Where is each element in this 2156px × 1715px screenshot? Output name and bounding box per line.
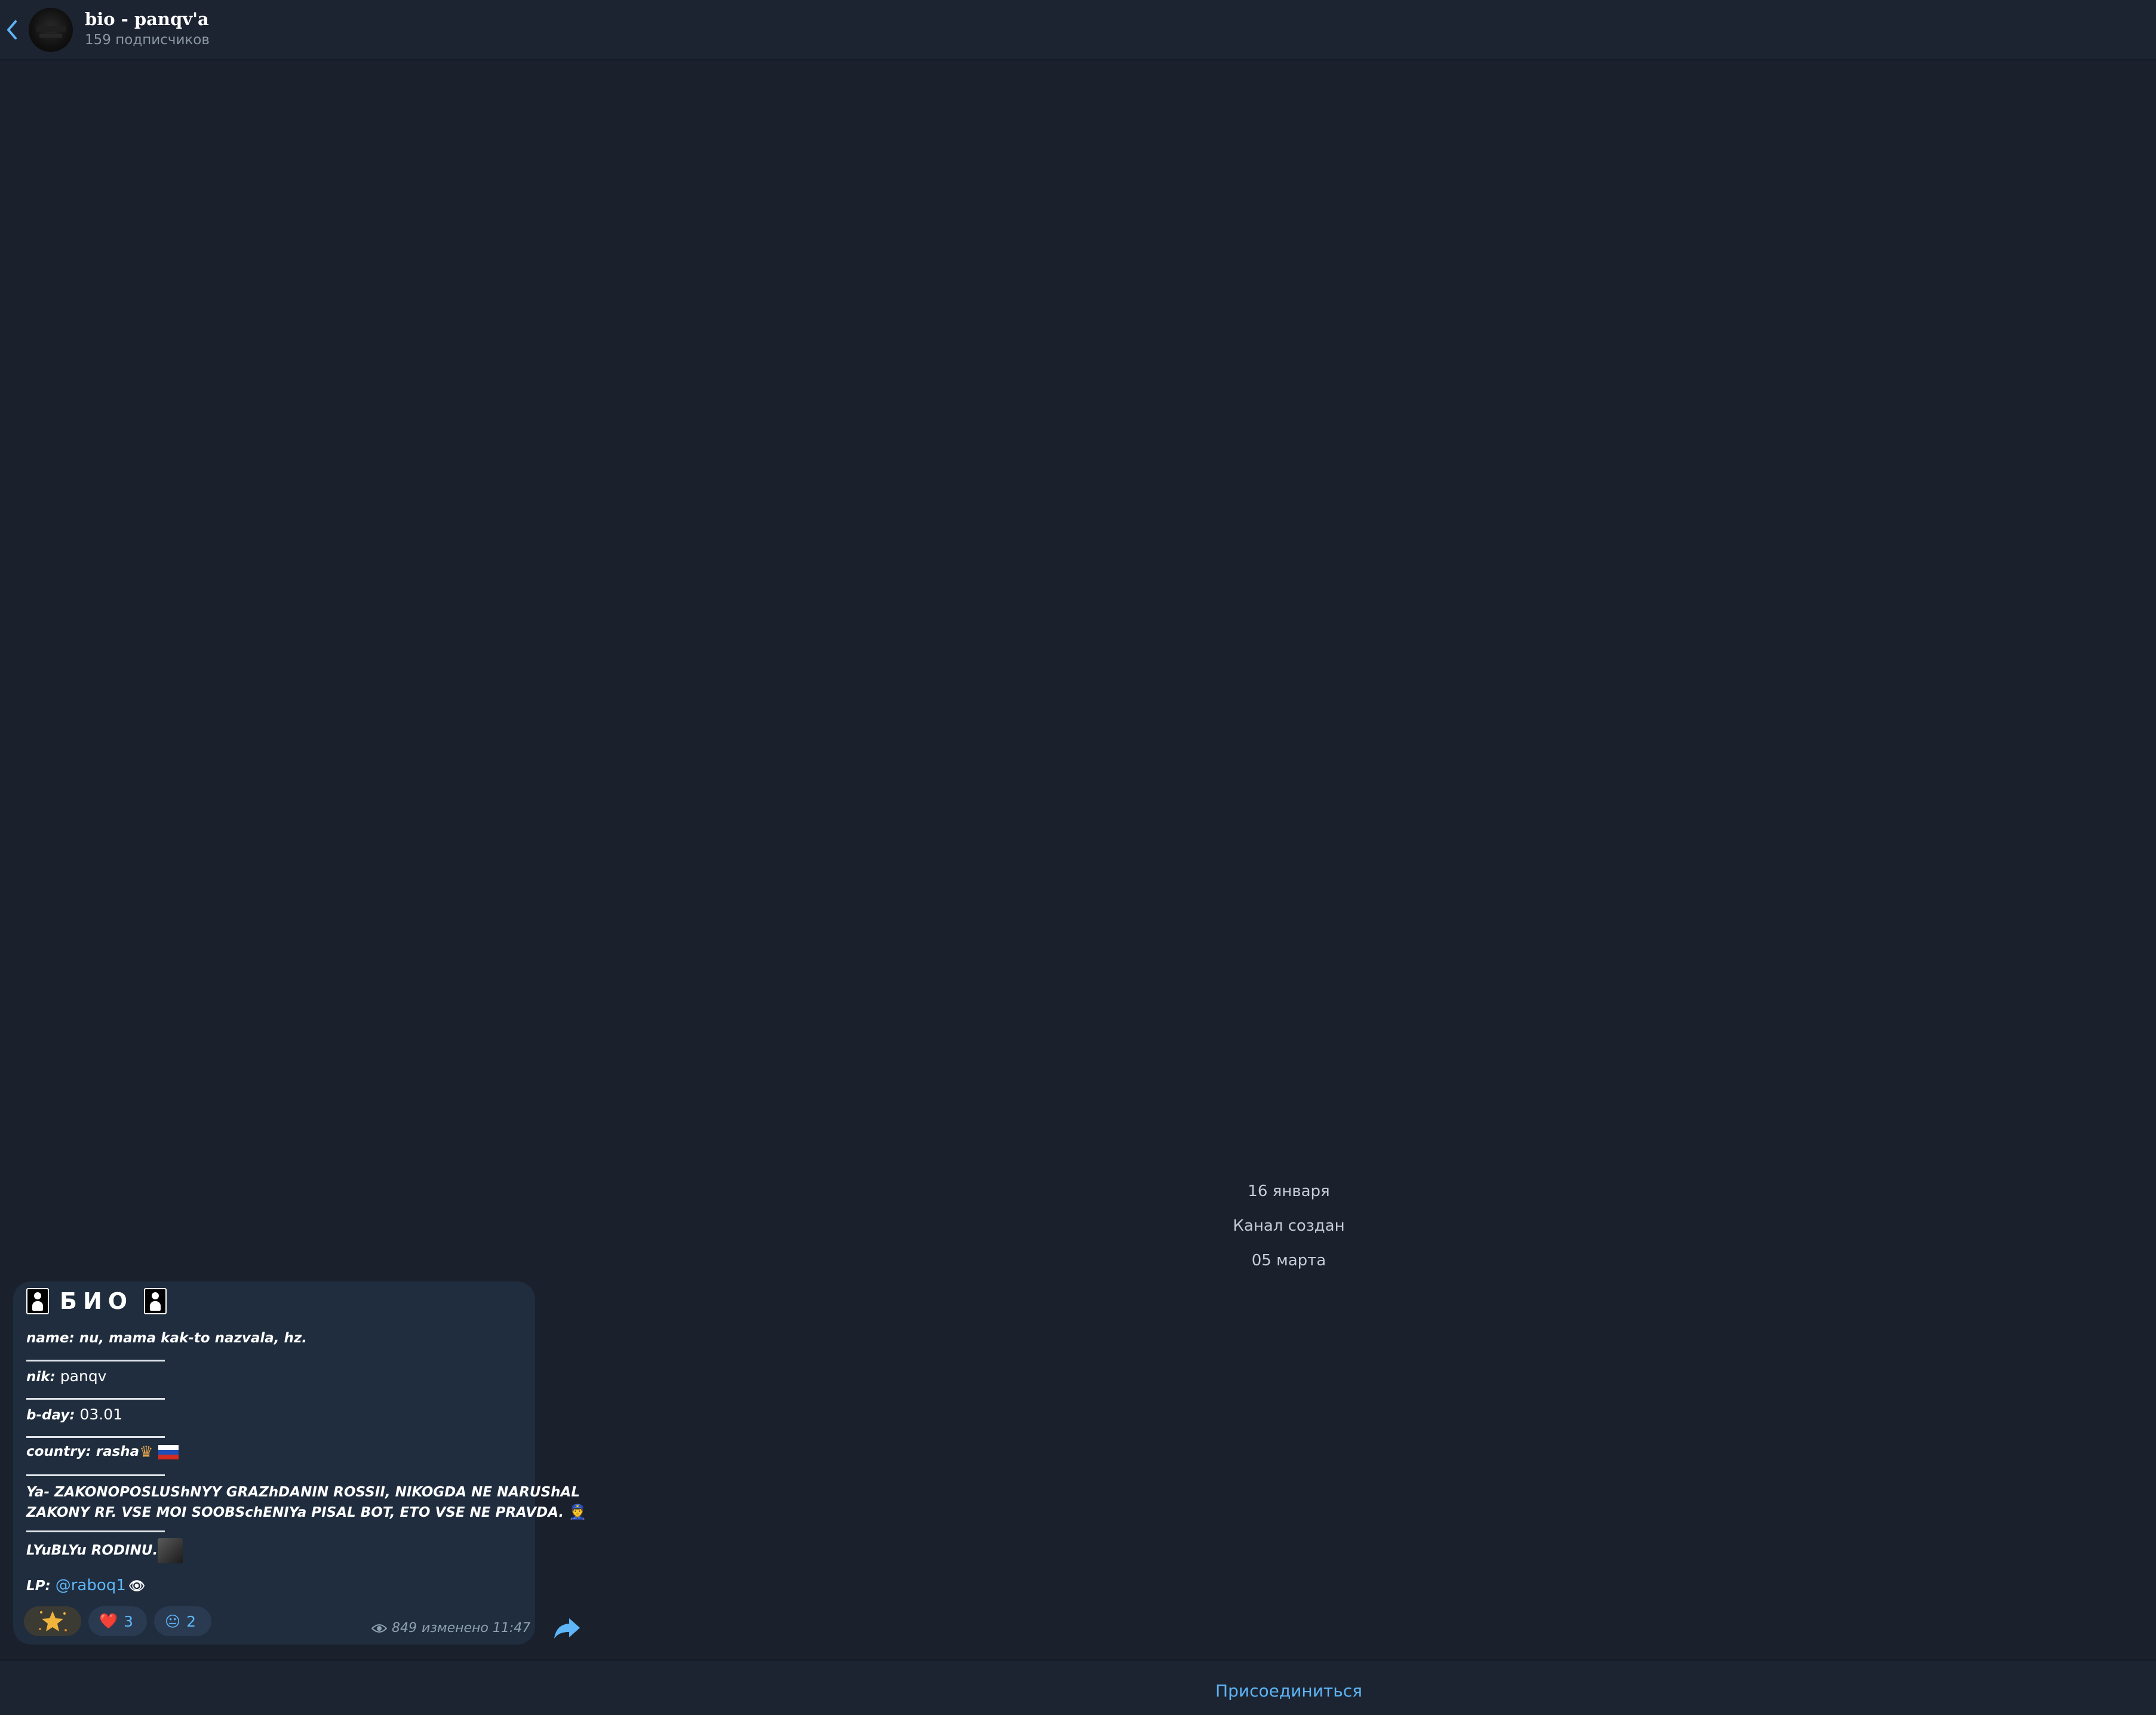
eagle-emblem-icon: ♛ (139, 1443, 153, 1461)
bio-title: БИО (60, 1288, 134, 1314)
disclaimer-line-2: ZAKONY RF. VSE MOI SOOBSchENIYa PISAL BO… (26, 1504, 587, 1520)
separator (26, 1474, 165, 1476)
reaction-heart[interactable]: ❤️ 3 (88, 1606, 147, 1636)
back-arrow-icon[interactable] (4, 17, 20, 43)
eye-emoji-icon: 👁 (128, 1579, 145, 1594)
view-count: 849 (392, 1621, 417, 1636)
channel-avatar[interactable] (29, 8, 73, 52)
date-divider: 16 января (1248, 1182, 1330, 1200)
reaction-star[interactable] (24, 1606, 81, 1636)
name-line: name: nu, mama kak-to nazvala, hz. (26, 1330, 308, 1346)
photo-sticker-icon (158, 1538, 183, 1563)
channel-created-notice: Канал создан (1233, 1217, 1345, 1235)
figure-icon (144, 1288, 167, 1314)
separator (26, 1398, 165, 1400)
separator (26, 1530, 165, 1532)
separator (26, 1436, 165, 1438)
reaction-neutral-face[interactable]: 😐 2 (154, 1606, 211, 1636)
bio-heading: БИО (26, 1286, 167, 1316)
join-button[interactable]: Присоединиться (0, 1681, 2156, 1701)
share-forward-icon[interactable] (552, 1616, 582, 1640)
police-officer-icon: 👮 (569, 1504, 587, 1520)
reaction-count: 3 (124, 1612, 134, 1630)
heart-icon: ❤️ (99, 1612, 118, 1630)
message-meta: 849 изменено 11:47 (371, 1621, 530, 1636)
lp-username-link[interactable]: @raboq1 (56, 1576, 126, 1594)
russia-flag-icon (158, 1444, 179, 1459)
neutral-face-icon: 😐 (165, 1612, 181, 1630)
country-line: country: rasha♛ (26, 1444, 179, 1460)
chat-header: bio - panqv'a 159 подписчиков (0, 0, 2156, 60)
subscriber-count: 159 подписчиков (85, 32, 210, 48)
channel-title[interactable]: bio - panqv'a (85, 9, 209, 29)
eye-icon (371, 1624, 387, 1633)
figure-icon (26, 1288, 49, 1314)
lp-line: LP: @raboq1 👁 (26, 1576, 145, 1594)
love-line: LYuBLYu RODINU. (26, 1538, 183, 1563)
nik-line: nik: panqv (26, 1367, 107, 1385)
date-divider: 05 марта (1251, 1252, 1326, 1270)
separator (26, 1360, 165, 1361)
disclaimer-line-1: Ya- ZAKONOPOSLUShNYY GRAZhDANIN ROSSII, … (26, 1485, 580, 1500)
star-icon (39, 1611, 67, 1631)
edited-time: изменено 11:47 (422, 1621, 531, 1636)
reaction-count: 2 (186, 1612, 196, 1630)
bday-line: b-day: 03.01 (26, 1406, 123, 1423)
